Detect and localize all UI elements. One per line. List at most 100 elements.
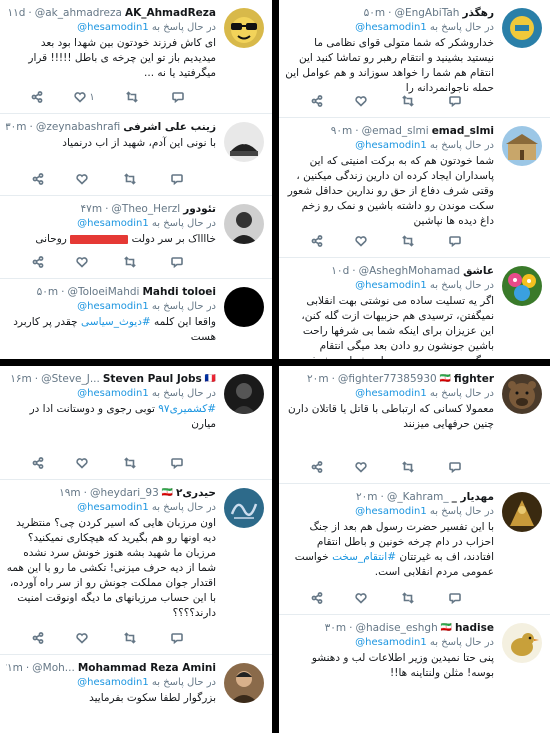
painting-avatar-icon[interactable] — [502, 492, 542, 532]
share-button[interactable] — [32, 457, 44, 469]
timestamp[interactable]: ۲۰m — [356, 490, 378, 505]
building-avatar-icon[interactable] — [502, 126, 542, 166]
timestamp[interactable]: ۱۶m — [10, 372, 32, 387]
portrait-avatar-icon[interactable] — [224, 204, 264, 244]
like-button[interactable] — [355, 95, 370, 107]
retweet-button[interactable] — [402, 461, 417, 473]
user-handle[interactable]: @Moh... — [32, 661, 75, 676]
display-name[interactable]: رهگذر — [462, 6, 494, 21]
mention-link[interactable]: @hesamodin1 — [355, 280, 427, 291]
reply-button[interactable] — [449, 235, 464, 247]
display-name[interactable]: hadise — [455, 621, 494, 636]
like-button[interactable] — [76, 173, 91, 185]
user-handle[interactable]: @heydari_93 — [90, 486, 159, 501]
like-button[interactable] — [76, 632, 91, 644]
display-name[interactable]: emad_slmi — [432, 124, 494, 139]
share-button[interactable] — [32, 256, 44, 268]
user-handle[interactable]: @Theo_Herzl — [111, 202, 180, 217]
flowers-avatar-icon[interactable] — [502, 266, 542, 306]
retweet-button[interactable] — [402, 95, 417, 107]
retweet-button[interactable] — [402, 592, 417, 604]
user-handle[interactable]: @zeynabashrafi — [36, 120, 120, 135]
reply-button[interactable] — [171, 256, 186, 268]
display-name[interactable]: fighter — [454, 372, 494, 387]
user-handle[interactable]: @ak_ahmadreza — [35, 6, 122, 21]
share-button[interactable] — [32, 173, 44, 185]
retweet-button[interactable] — [125, 91, 141, 103]
display-name[interactable]: Steven Paul Jobs — [103, 372, 202, 387]
display-name[interactable]: Mohammad Reza Amini — [78, 661, 216, 676]
reply-button[interactable] — [449, 461, 464, 473]
tweet-item[interactable]: تئودور @Theo_Herzl · ۴۷m در حال پاسخ به … — [0, 196, 272, 279]
user-handle[interactable]: @hadise_eshgh — [355, 621, 437, 636]
timestamp[interactable]: ۳۰m — [6, 120, 27, 135]
display-name[interactable]: زینب علی اشرفی — [123, 120, 216, 135]
tweet-item[interactable]: fighter 🇮🇷 @fighter77385930 · ۲۰m در حال… — [279, 366, 550, 484]
like-button[interactable] — [355, 592, 370, 604]
timestamp[interactable]: ۵۰m — [37, 285, 59, 300]
man-avatar-icon[interactable] — [224, 663, 264, 703]
black-avatar-icon[interactable] — [224, 287, 264, 327]
reply-button[interactable] — [449, 95, 464, 107]
like-button[interactable] — [76, 256, 91, 268]
display-name[interactable]: Mahdi toloei — [142, 285, 216, 300]
timestamp[interactable]: ۱۱d — [7, 6, 25, 21]
user-handle[interactable]: @Steve_J... — [41, 372, 100, 387]
reply-button[interactable] — [449, 592, 464, 604]
like-button[interactable] — [355, 235, 370, 247]
share-button[interactable] — [311, 235, 323, 247]
retweet-button[interactable] — [123, 457, 139, 469]
dark-portrait-avatar-icon[interactable] — [224, 374, 264, 414]
hashtag-link[interactable]: #دیوث_سیاسی — [81, 316, 151, 328]
tweet-item[interactable]: حیدری۲ 🇮🇷 @heydari_93 · ۱۹m در حال پاسخ … — [0, 480, 272, 655]
like-button[interactable]: ۱ — [74, 91, 95, 103]
tweet-item[interactable]: AK_AhmadReza @ak_ahmadreza · ۱۱d در حال … — [0, 0, 272, 114]
mention-link[interactable]: @hesamodin1 — [77, 301, 149, 312]
reply-button[interactable] — [171, 457, 186, 469]
calligraphy-avatar-icon[interactable] — [224, 488, 264, 528]
timestamp[interactable]: ۱۰d — [331, 264, 349, 279]
user-handle[interactable]: @emad_slmi — [362, 124, 429, 139]
reply-button[interactable] — [171, 173, 186, 185]
hashtag-link[interactable]: #کشمیری۹۷ — [158, 403, 216, 415]
bear-avatar-icon[interactable] — [502, 374, 542, 414]
tweet-item[interactable]: Mahdi toloei @ToloeiMahdi · ۵۰m در حال پ… — [0, 279, 272, 359]
timestamp[interactable]: ۵۰m — [364, 6, 386, 21]
tweet-item[interactable]: رهگذر @EngAbiTah · ۵۰m در حال پاسخ به @h… — [279, 0, 550, 118]
sunglasses-avatar-icon[interactable] — [224, 8, 264, 48]
retweet-button[interactable] — [123, 256, 139, 268]
share-button[interactable] — [311, 95, 323, 107]
hashtag-link[interactable]: #انتقام_سخت — [332, 551, 396, 563]
share-button[interactable] — [311, 592, 323, 604]
like-button[interactable] — [76, 457, 91, 469]
display-name[interactable]: تئودور — [183, 202, 216, 217]
display-name[interactable]: مهدیار _ — [452, 490, 494, 505]
mention-link[interactable]: @hesamodin1 — [77, 22, 149, 33]
user-handle[interactable]: @fighter77385930 — [338, 372, 437, 387]
mention-link[interactable]: @hesamodin1 — [77, 218, 149, 229]
timestamp[interactable]: ۹۰m — [331, 124, 353, 139]
tweet-item[interactable]: Mohammad Reza Amini @Moh... · ۲۱m در حال… — [0, 655, 272, 733]
reply-button[interactable] — [171, 91, 187, 103]
tweet-item[interactable]: مهدیار _ @_Kahram_ · ۲۰m در حال پاسخ به … — [279, 484, 550, 615]
timestamp[interactable]: ۲۱m — [6, 661, 23, 676]
tweet-item[interactable]: hadise 🇮🇷 @hadise_eshgh · ۳۰m در حال پاس… — [279, 615, 550, 733]
retweet-button[interactable] — [123, 173, 139, 185]
timestamp[interactable]: ۳۰m — [325, 621, 347, 636]
retweet-button[interactable] — [123, 632, 139, 644]
tweet-item[interactable]: 🇫🇷 Steven Paul Jobs @Steve_J... · ۱۶m در… — [0, 366, 272, 480]
timestamp[interactable]: ۴۷m — [81, 202, 103, 217]
share-button[interactable] — [31, 91, 43, 103]
user-handle[interactable]: @ToloeiMahdi — [67, 285, 139, 300]
bird-avatar-icon[interactable] — [502, 623, 542, 663]
tweet-item[interactable]: · زینب علی اشرفی @zeynabashrafi · ۳۰m با… — [0, 114, 272, 196]
display-name[interactable]: AK_AhmadReza — [125, 6, 216, 21]
user-handle[interactable]: @AsheghMohamad — [359, 264, 461, 279]
tweet-item[interactable]: عاشق @AsheghMohamad · ۱۰d در حال پاسخ به… — [279, 258, 550, 359]
user-handle[interactable]: @EngAbiTah — [394, 6, 459, 21]
mention-link[interactable]: @hesamodin1 — [77, 388, 149, 399]
share-button[interactable] — [32, 632, 44, 644]
reply-button[interactable] — [171, 632, 186, 644]
like-button[interactable] — [355, 461, 370, 473]
display-name[interactable]: عاشق — [463, 264, 494, 279]
